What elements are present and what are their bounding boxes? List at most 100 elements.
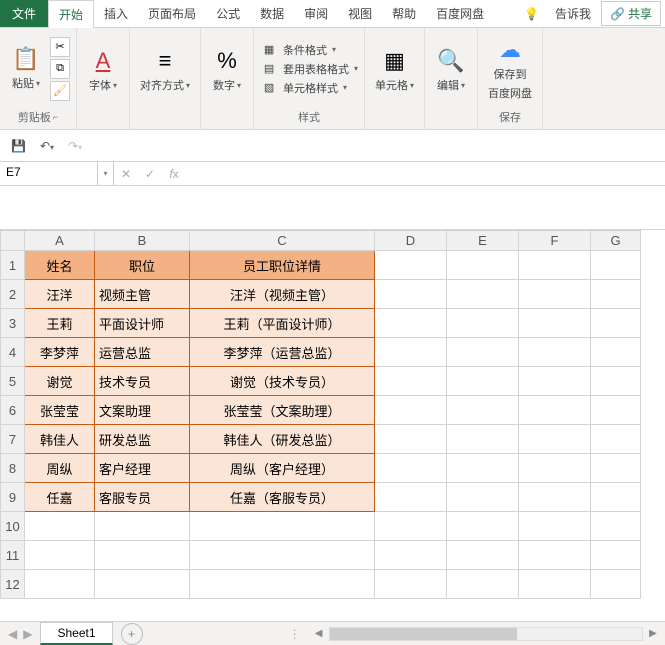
cell-e3[interactable] [447,309,519,338]
cell-b1[interactable]: 职位 [95,251,190,280]
cell-g4[interactable] [591,338,641,367]
formula-input[interactable] [186,162,665,185]
font-dropdown[interactable]: A 字体▾ [83,46,123,95]
format-painter-button[interactable]: 🖌 [50,81,70,101]
cell-a10[interactable] [25,512,95,541]
cell-a1[interactable]: 姓名 [25,251,95,280]
cell-a5[interactable]: 谢觉 [25,367,95,396]
row-header-5[interactable]: 5 [1,367,25,396]
row-header-10[interactable]: 10 [1,512,25,541]
cell-g5[interactable] [591,367,641,396]
sheet-tab-1[interactable]: Sheet1 [40,622,112,645]
cell-b4[interactable]: 运营总监 [95,338,190,367]
enter-formula-button[interactable]: ✓ [138,162,162,185]
copy-button[interactable]: ⧉ [50,59,70,79]
row-header-7[interactable]: 7 [1,425,25,454]
cell-f9[interactable] [519,483,591,512]
cell-c1[interactable]: 员工职位详情 [190,251,375,280]
cell-d2[interactable] [375,280,447,309]
cell-b7[interactable]: 研发总监 [95,425,190,454]
cell-c9[interactable]: 任嘉（客服专员） [190,483,375,512]
row-header-2[interactable]: 2 [1,280,25,309]
cell-c10[interactable] [190,512,375,541]
cell-c11[interactable] [190,541,375,570]
horizontal-scrollbar[interactable]: ◀ ▶ [307,627,665,641]
menu-insert[interactable]: 插入 [94,0,138,27]
col-header-f[interactable]: F [519,231,591,251]
cell-a9[interactable]: 任嘉 [25,483,95,512]
cell-b11[interactable] [95,541,190,570]
cell-d11[interactable] [375,541,447,570]
cell-a3[interactable]: 王莉 [25,309,95,338]
fx-button[interactable]: fx [162,162,186,185]
cell-c12[interactable] [190,570,375,599]
cell-a12[interactable] [25,570,95,599]
add-sheet-button[interactable]: + [121,623,143,645]
menu-page-layout[interactable]: 页面布局 [138,0,206,27]
save-baidu-button[interactable]: ☁ 保存到 百度网盘 [484,35,536,103]
cell-a11[interactable] [25,541,95,570]
menu-baidu[interactable]: 百度网盘 [426,0,494,27]
cell-e8[interactable] [447,454,519,483]
cell-b12[interactable] [95,570,190,599]
cell-f6[interactable] [519,396,591,425]
scroll-left-button[interactable]: ◀ [311,628,327,639]
menu-formulas[interactable]: 公式 [206,0,250,27]
cancel-formula-button[interactable]: ✕ [114,162,138,185]
cell-c2[interactable]: 汪洋（视频主管） [190,280,375,309]
cell-e6[interactable] [447,396,519,425]
cell-d3[interactable] [375,309,447,338]
cell-a6[interactable]: 张莹莹 [25,396,95,425]
menu-data[interactable]: 数据 [250,0,294,27]
cell-d5[interactable] [375,367,447,396]
menu-file[interactable]: 文件 [0,0,48,27]
cell-d9[interactable] [375,483,447,512]
cell-b2[interactable]: 视频主管 [95,280,190,309]
cell-e4[interactable] [447,338,519,367]
cell-e12[interactable] [447,570,519,599]
cell-d12[interactable] [375,570,447,599]
scroll-thumb[interactable] [330,628,517,640]
cell-g7[interactable] [591,425,641,454]
cell-e5[interactable] [447,367,519,396]
cell-b8[interactable]: 客户经理 [95,454,190,483]
cell-d6[interactable] [375,396,447,425]
cell-b10[interactable] [95,512,190,541]
cell-b6[interactable]: 文案助理 [95,396,190,425]
cell-g10[interactable] [591,512,641,541]
cell-c7[interactable]: 韩佳人（研发总监） [190,425,375,454]
redo-button[interactable]: ↷▾ [65,136,85,156]
tab-split-icon[interactable]: ⋮ [283,627,307,641]
col-header-e[interactable]: E [447,231,519,251]
cell-e11[interactable] [447,541,519,570]
cell-g11[interactable] [591,541,641,570]
save-button[interactable]: 💾 [8,136,29,156]
number-format-dropdown[interactable]: % 数字▾ [207,46,247,95]
cell-d8[interactable] [375,454,447,483]
cell-f2[interactable] [519,280,591,309]
cell-e7[interactable] [447,425,519,454]
cell-g1[interactable] [591,251,641,280]
cell-e10[interactable] [447,512,519,541]
cell-f8[interactable] [519,454,591,483]
cell-a4[interactable]: 李梦萍 [25,338,95,367]
cell-c3[interactable]: 王莉（平面设计师） [190,309,375,338]
name-box[interactable]: E7 [0,162,98,185]
cell-d10[interactable] [375,512,447,541]
row-header-11[interactable]: 11 [1,541,25,570]
cell-f1[interactable] [519,251,591,280]
menu-tell-me[interactable]: 告诉我 [545,0,601,27]
row-header-8[interactable]: 8 [1,454,25,483]
col-header-d[interactable]: D [375,231,447,251]
menu-help[interactable]: 帮助 [382,0,426,27]
cell-a7[interactable]: 韩佳人 [25,425,95,454]
cell-d4[interactable] [375,338,447,367]
cell-c4[interactable]: 李梦萍（运营总监） [190,338,375,367]
cell-e9[interactable] [447,483,519,512]
cell-c6[interactable]: 张莹莹（文案助理） [190,396,375,425]
cell-f11[interactable] [519,541,591,570]
col-header-g[interactable]: G [591,231,641,251]
cell-b9[interactable]: 客服专员 [95,483,190,512]
undo-button[interactable]: ↶▾ [37,136,57,156]
col-header-a[interactable]: A [25,231,95,251]
